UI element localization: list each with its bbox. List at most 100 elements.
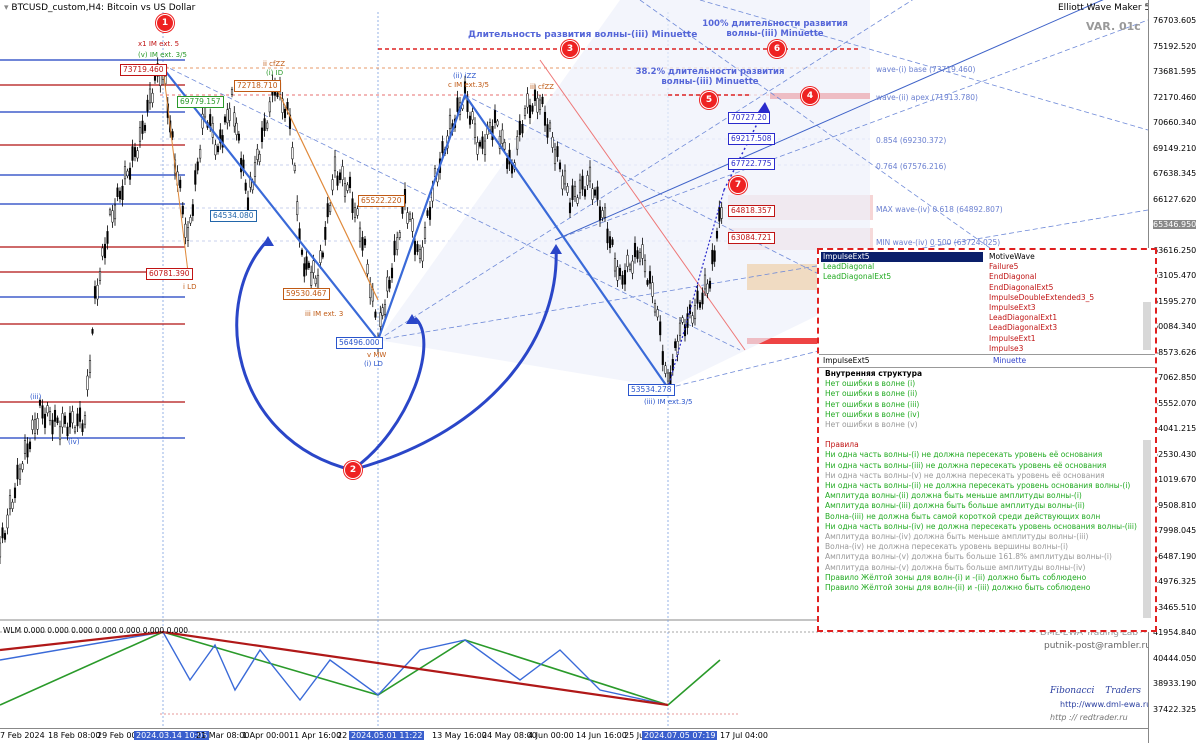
price-tag: 59530.467 (283, 288, 330, 300)
price-tag: 65522.220 (358, 195, 405, 207)
price-axis-label: 63105.470 (1153, 271, 1197, 280)
time-axis-label: 2024.07.05 07:19 (642, 731, 718, 740)
time-axis-label: 18 Feb 08:00 (48, 731, 101, 740)
wave-label: (iv) (68, 438, 80, 446)
price-tag: 69779.157 (177, 96, 224, 108)
badge-7: 7 (729, 176, 747, 194)
internal-check-item: Нет ошибки в волне (v) (825, 420, 918, 430)
price-axis-label: 61595.270 (1153, 296, 1197, 306)
badge-5: 5 (700, 91, 718, 109)
rule-item: Амплитуда волны-(v) должна быть больше 1… (825, 552, 1112, 562)
time-axis-label: 1 Apr 00:00 (242, 731, 290, 740)
internal-check-item: Нет ошибки в волне (i) (825, 379, 916, 389)
price-axis-label: 73681.595 (1153, 67, 1197, 76)
price-axis-label: 52530.430 (1153, 449, 1197, 459)
pattern-list-scrollbar[interactable] (1143, 302, 1151, 350)
pattern-option[interactable]: Failure5 (989, 262, 1141, 272)
pattern-list-right[interactable]: MotiveWave Failure5 EndDiagonal EndDiagonal… (989, 252, 1141, 354)
pattern-option[interactable]: LeadDiagonal (821, 262, 983, 272)
rules-scrollbar[interactable] (1143, 440, 1151, 618)
rule-item: Волна-(iv) не должна пересекать уровень … (825, 542, 1069, 552)
rule-item: Ни одна часть волны-(iii) не должна пере… (825, 460, 1107, 470)
annotation-382pct-duration: 38.2% длительности развития волны-(iii) … (635, 67, 785, 87)
price-tag: 69217.508 (728, 133, 775, 145)
annotation-wave3-duration: Длительность развития волны-(iii) Minuet… (468, 30, 698, 40)
pattern-option[interactable]: LeadDiagonalExt1 (989, 313, 1141, 323)
rule-item: Ни одна часть волны-(i) не должна пересе… (825, 450, 1103, 460)
price-axis-label: 66127.620 (1153, 194, 1197, 204)
fib-level-label: 0.764 (67576.216) (876, 162, 947, 171)
selected-pattern: ImpulseExt5 (823, 356, 870, 365)
pattern-option[interactable]: EndDiagonal (989, 272, 1141, 282)
rule-item: Ни одна часть волны-(v) не должна пересе… (825, 470, 1105, 480)
wave-label: (i) LD (364, 360, 383, 368)
price-tag: 56496.000 (336, 337, 383, 349)
price-tag: 72718.710 (234, 80, 281, 92)
price-axis-label: 58573.626 (1153, 347, 1197, 357)
badge-4: 4 (801, 87, 819, 105)
rule-item: Правило Жёлтой зоны для волн-(ii) и -(ii… (825, 583, 1091, 593)
wave-label: c IM ext.3/5 (448, 81, 489, 89)
wave-label: iii cfZZ (530, 83, 554, 91)
time-axis-label: 13 May 16:00 (432, 731, 487, 740)
pattern-option[interactable]: ImpulseExt1 (989, 334, 1141, 344)
pattern-option[interactable]: ImpulseDoubleExtended3_5 (989, 293, 1141, 303)
badge-3: 3 (561, 40, 579, 58)
price-tag: 63084.721 (728, 232, 775, 244)
rule-item: Амплитуда волны-(iii) должна быть больше… (825, 501, 1085, 511)
price-axis-label: 67638.345 (1153, 169, 1197, 178)
rule-item: Амплитуда волны-(v) должна быть больше а… (825, 562, 1086, 572)
rule-item: Правило Жёлтой зоны для волн-(i) и -(ii)… (825, 572, 1087, 582)
rule-item: Амплитуда волны-(iv) должна быть меньше … (825, 532, 1089, 542)
selected-degree: Minuette (993, 356, 1027, 365)
price-axis-label: 46487.190 (1153, 551, 1197, 561)
rule-item: Амплитуда волны-(ii) должна быть меньше … (825, 491, 1082, 501)
wave-label: (iii) IM ext.3/5 (644, 398, 693, 406)
indicator-title: WLM 0.000 0.000 0.000 0.000 0.000 0.000 … (3, 626, 189, 635)
pattern-option[interactable]: EndDiagonalExt5 (989, 283, 1141, 293)
time-axis-label: 11 Apr 16:00 (289, 731, 342, 740)
section-title: Внутренняя структура (825, 369, 923, 378)
time-axis-label: 14 Jun 16:00 (576, 731, 627, 740)
rule-item: Ни одна часть волны-(ii) не должна перес… (825, 481, 1131, 491)
wave-label: ii cfZZ (263, 60, 286, 68)
time-axis[interactable]: 7 Feb 2024 18 Feb 08:00 29 Feb 00:00 2024.0… (0, 728, 1148, 744)
time-axis-label: 7 Feb 2024 (0, 731, 45, 740)
pattern-option[interactable]: LeadDiagonalExt5 (821, 272, 983, 282)
price-tag: 67722.775 (728, 158, 775, 170)
wave-analysis-panel: ImpulseExt5 LeadDiagonal LeadDiagonalExt5 … (817, 248, 1157, 632)
pattern-option[interactable]: LeadDiagonalExt3 (989, 323, 1141, 333)
price-tag: 60781.390 (146, 268, 193, 280)
fib-level-label: MAX wave-(iv) 0.618 (64892.807) (876, 205, 1003, 214)
badge-2: 2 (344, 461, 362, 479)
fib-level-label: MIN wave-(iv) 0.500 (63724.025) (876, 238, 1001, 247)
wave-label: x1 IM ext. 5 (138, 40, 180, 48)
pattern-option[interactable]: ImpulseExt5 (821, 252, 983, 263)
price-axis-label: 41954.840 (1153, 628, 1197, 637)
internal-check-item: Нет ошибки в волне (ii) (825, 389, 918, 399)
wave-label: (ii) iZZ (453, 72, 477, 80)
watermark-email: putnik-post@rambler.ru (1044, 641, 1151, 651)
price-tag: 64534.080 (210, 210, 257, 222)
wave-label: iii IM ext. 3 (305, 310, 344, 318)
rule-item: Волна-(iii) не должна быть самой коротко… (825, 511, 1101, 521)
price-tag: 53534.278 (628, 384, 675, 396)
annotation-100pct-duration: 100% длительности развития волны-(iii) M… (702, 19, 848, 39)
wave-label: (i) ID (266, 69, 284, 77)
pattern-list-left[interactable]: ImpulseExt5 LeadDiagonal LeadDiagonalExt5 (821, 252, 983, 352)
price-axis-label: 51019.670 (1153, 475, 1197, 484)
chart-symbol-title: ▾ BTCUSD_custom,H4: Bitcoin vs US Dollar (4, 3, 196, 13)
pattern-option[interactable]: MotiveWave (989, 252, 1141, 262)
pattern-option[interactable]: ImpulseExt3 (989, 303, 1141, 313)
section-title: Правила (825, 440, 859, 450)
badge-1: 1 (156, 14, 174, 32)
time-axis-label: 2024.05.01 11:22 (349, 731, 425, 740)
price-axis-label: 55552.070 (1153, 398, 1197, 408)
pattern-option[interactable]: Impulse3 (989, 344, 1141, 354)
fib-level-label: wave-(ii) apex (71913.780) (876, 93, 978, 102)
price-tag: 64818.357 (728, 205, 775, 217)
price-axis-label: 76703.605 (1153, 16, 1197, 25)
fib-level-label: wave-(i) base (73719.460) (876, 65, 976, 74)
price-axis-label: 75192.520 (1153, 41, 1197, 51)
price-axis-label: 43465.510 (1153, 602, 1197, 612)
